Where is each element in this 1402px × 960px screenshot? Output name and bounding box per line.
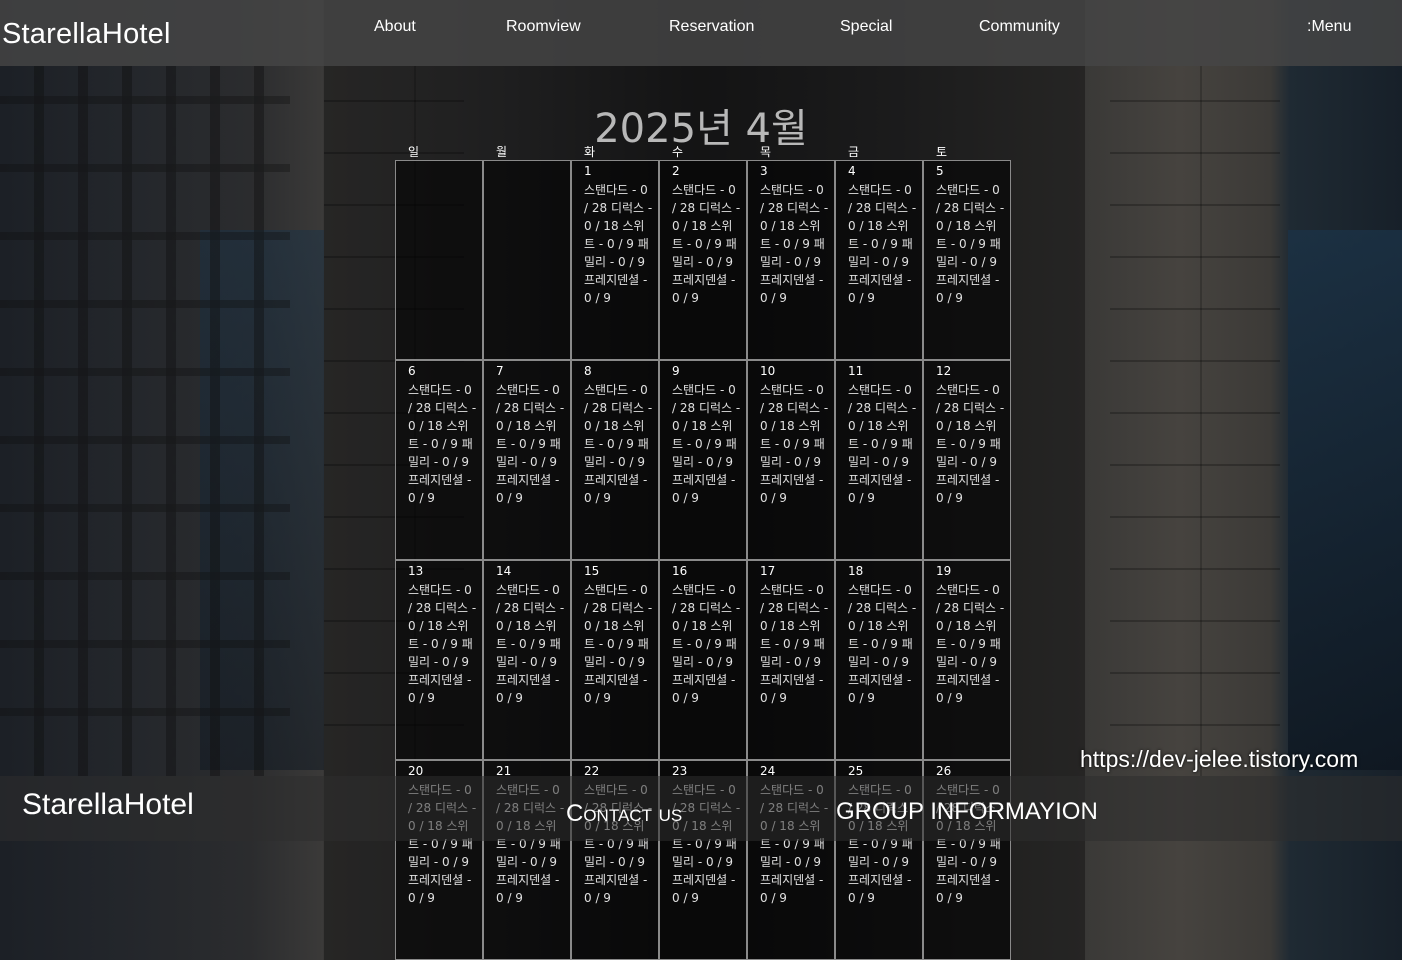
- background-lattice: [0, 66, 290, 776]
- room-availability: 스탠다드 - 0 / 28 디럭스 - 0 / 18 스위트 - 0 / 9 패…: [848, 583, 917, 705]
- calendar-weekday-row: 일 월 화 수 목 금 토: [396, 143, 1010, 160]
- room-availability: 스탠다드 - 0 / 28 디럭스 - 0 / 18 스위트 - 0 / 9 패…: [760, 583, 829, 705]
- calendar-day-cell[interactable]: 3 스탠다드 - 0 / 28 디럭스 - 0 / 18 스위트 - 0 / 9 …: [747, 160, 835, 360]
- calendar-day-cell[interactable]: 14 스탠다드 - 0 / 28 디럭스 - 0 / 18 스위트 - 0 / 9…: [483, 560, 571, 760]
- room-availability: 스탠다드 - 0 / 28 디럭스 - 0 / 18 스위트 - 0 / 9 패…: [672, 183, 741, 305]
- calendar-day-number: 6: [408, 364, 416, 378]
- room-availability: 스탠다드 - 0 / 28 디럭스 - 0 / 18 스위트 - 0 / 9 패…: [496, 383, 565, 505]
- calendar-day-number: 10: [760, 364, 776, 378]
- calendar-day-cell[interactable]: 4 스탠다드 - 0 / 28 디럭스 - 0 / 18 스위트 - 0 / 9 …: [835, 160, 923, 360]
- weekday-mon: 월: [496, 145, 508, 159]
- blog-url-watermark: https://dev-jelee.tistory.com: [1080, 746, 1359, 772]
- calendar-day-number: 12: [936, 364, 952, 378]
- room-availability: 스탠다드 - 0 / 28 디럭스 - 0 / 18 스위트 - 0 / 9 패…: [408, 583, 477, 705]
- footer-logo[interactable]: StarellaHotel: [22, 788, 194, 822]
- calendar-day-cell[interactable]: 19 스탠다드 - 0 / 28 디럭스 - 0 / 18 스위트 - 0 / 9…: [923, 560, 1011, 760]
- calendar-day-number: 8: [584, 364, 592, 378]
- room-availability: 스탠다드 - 0 / 28 디럭스 - 0 / 18 스위트 - 0 / 9 패…: [760, 183, 829, 305]
- room-availability: 스탠다드 - 0 / 28 디럭스 - 0 / 18 스위트 - 0 / 9 패…: [584, 383, 653, 505]
- calendar-day-number: 18: [848, 564, 864, 578]
- calendar-day-cell[interactable]: 12 스탠다드 - 0 / 28 디럭스 - 0 / 18 스위트 - 0 / 9…: [923, 360, 1011, 560]
- room-availability: 스탠다드 - 0 / 28 디럭스 - 0 / 18 스위트 - 0 / 9 패…: [936, 383, 1005, 505]
- calendar-day-cell[interactable]: 5 스탠다드 - 0 / 28 디럭스 - 0 / 18 스위트 - 0 / 9 …: [923, 160, 1011, 360]
- room-availability: 스탠다드 - 0 / 28 디럭스 - 0 / 18 스위트 - 0 / 9 패…: [848, 383, 917, 505]
- calendar-day-number: 3: [760, 164, 768, 178]
- calendar-day-cell[interactable]: 2 스탠다드 - 0 / 28 디럭스 - 0 / 18 스위트 - 0 / 9 …: [659, 160, 747, 360]
- weekday-thu: 목: [760, 145, 772, 159]
- nav-roomview[interactable]: Roomview: [506, 18, 581, 36]
- calendar-day-number: 17: [760, 564, 776, 578]
- calendar-empty-cell: [483, 160, 571, 360]
- room-availability: 스탠다드 - 0 / 28 디럭스 - 0 / 18 스위트 - 0 / 9 패…: [936, 183, 1005, 305]
- calendar-day-number: 4: [848, 164, 856, 178]
- nav-special[interactable]: Special: [840, 18, 892, 36]
- calendar-day-number: 15: [584, 564, 600, 578]
- calendar-day-number: 16: [672, 564, 688, 578]
- menu-button[interactable]: :Menu: [1307, 18, 1351, 36]
- room-availability: 스탠다드 - 0 / 28 디럭스 - 0 / 18 스위트 - 0 / 9 패…: [496, 583, 565, 705]
- room-availability: 스탠다드 - 0 / 28 디럭스 - 0 / 18 스위트 - 0 / 9 패…: [936, 583, 1005, 705]
- background-window-right: [1288, 230, 1402, 770]
- room-availability: 스탠다드 - 0 / 28 디럭스 - 0 / 18 스위트 - 0 / 9 패…: [760, 383, 829, 505]
- nav-reservation[interactable]: Reservation: [669, 18, 754, 36]
- calendar-day-cell[interactable]: 1 스탠다드 - 0 / 28 디럭스 - 0 / 18 스위트 - 0 / 9 …: [571, 160, 659, 360]
- room-availability: 스탠다드 - 0 / 28 디럭스 - 0 / 18 스위트 - 0 / 9 패…: [584, 183, 653, 305]
- nav-about[interactable]: About: [374, 18, 416, 36]
- calendar-day-number: 19: [936, 564, 952, 578]
- weekday-sat: 토: [936, 145, 948, 159]
- background-pillar-right: [1110, 66, 1280, 776]
- calendar-empty-cell: [395, 160, 483, 360]
- footer-group-info-link[interactable]: GROUP INFORMAYION: [836, 798, 1098, 826]
- weekday-wed: 수: [672, 145, 684, 159]
- calendar-day-cell[interactable]: 13 스탠다드 - 0 / 28 디럭스 - 0 / 18 스위트 - 0 / 9…: [395, 560, 483, 760]
- calendar-day-cell[interactable]: 18 스탠다드 - 0 / 28 디럭스 - 0 / 18 스위트 - 0 / 9…: [835, 560, 923, 760]
- calendar-day-cell[interactable]: 8 스탠다드 - 0 / 28 디럭스 - 0 / 18 스위트 - 0 / 9 …: [571, 360, 659, 560]
- calendar-day-number: 7: [496, 364, 504, 378]
- site-footer: [0, 776, 1402, 841]
- nav-community[interactable]: Community: [979, 18, 1060, 36]
- calendar-day-cell[interactable]: 16 스탠다드 - 0 / 28 디럭스 - 0 / 18 스위트 - 0 / 9…: [659, 560, 747, 760]
- calendar-day-cell[interactable]: 15 스탠다드 - 0 / 28 디럭스 - 0 / 18 스위트 - 0 / 9…: [571, 560, 659, 760]
- calendar-day-number: 13: [408, 564, 424, 578]
- calendar-day-number: 5: [936, 164, 944, 178]
- room-availability: 스탠다드 - 0 / 28 디럭스 - 0 / 18 스위트 - 0 / 9 패…: [672, 383, 741, 505]
- site-header: StarellaHotel About Roomview Reservation…: [0, 0, 1402, 66]
- calendar-day-number: 9: [672, 364, 680, 378]
- weekday-fri: 금: [848, 145, 860, 159]
- room-availability: 스탠다드 - 0 / 28 디럭스 - 0 / 18 스위트 - 0 / 9 패…: [408, 383, 477, 505]
- weekday-tue: 화: [584, 145, 596, 159]
- weekday-sun: 일: [408, 145, 420, 159]
- calendar-day-number: 1: [584, 164, 592, 178]
- site-logo[interactable]: StarellaHotel: [2, 18, 171, 51]
- calendar-day-cell[interactable]: 7 스탠다드 - 0 / 28 디럭스 - 0 / 18 스위트 - 0 / 9 …: [483, 360, 571, 560]
- calendar-day-number: 14: [496, 564, 512, 578]
- room-availability: 스탠다드 - 0 / 28 디럭스 - 0 / 18 스위트 - 0 / 9 패…: [584, 583, 653, 705]
- calendar-day-cell[interactable]: 11 스탠다드 - 0 / 28 디럭스 - 0 / 18 스위트 - 0 / 9…: [835, 360, 923, 560]
- calendar-day-cell[interactable]: 9 스탠다드 - 0 / 28 디럭스 - 0 / 18 스위트 - 0 / 9 …: [659, 360, 747, 560]
- calendar-day-number: 11: [848, 364, 864, 378]
- room-availability: 스탠다드 - 0 / 28 디럭스 - 0 / 18 스위트 - 0 / 9 패…: [672, 583, 741, 705]
- calendar-day-cell[interactable]: 17 스탠다드 - 0 / 28 디럭스 - 0 / 18 스위트 - 0 / 9…: [747, 560, 835, 760]
- calendar-day-cell[interactable]: 10 스탠다드 - 0 / 28 디럭스 - 0 / 18 스위트 - 0 / 9…: [747, 360, 835, 560]
- calendar-day-cell[interactable]: 6 스탠다드 - 0 / 28 디럭스 - 0 / 18 스위트 - 0 / 9 …: [395, 360, 483, 560]
- calendar-day-number: 2: [672, 164, 680, 178]
- room-availability: 스탠다드 - 0 / 28 디럭스 - 0 / 18 스위트 - 0 / 9 패…: [848, 183, 917, 305]
- footer-contact-link[interactable]: Contact us: [566, 800, 682, 828]
